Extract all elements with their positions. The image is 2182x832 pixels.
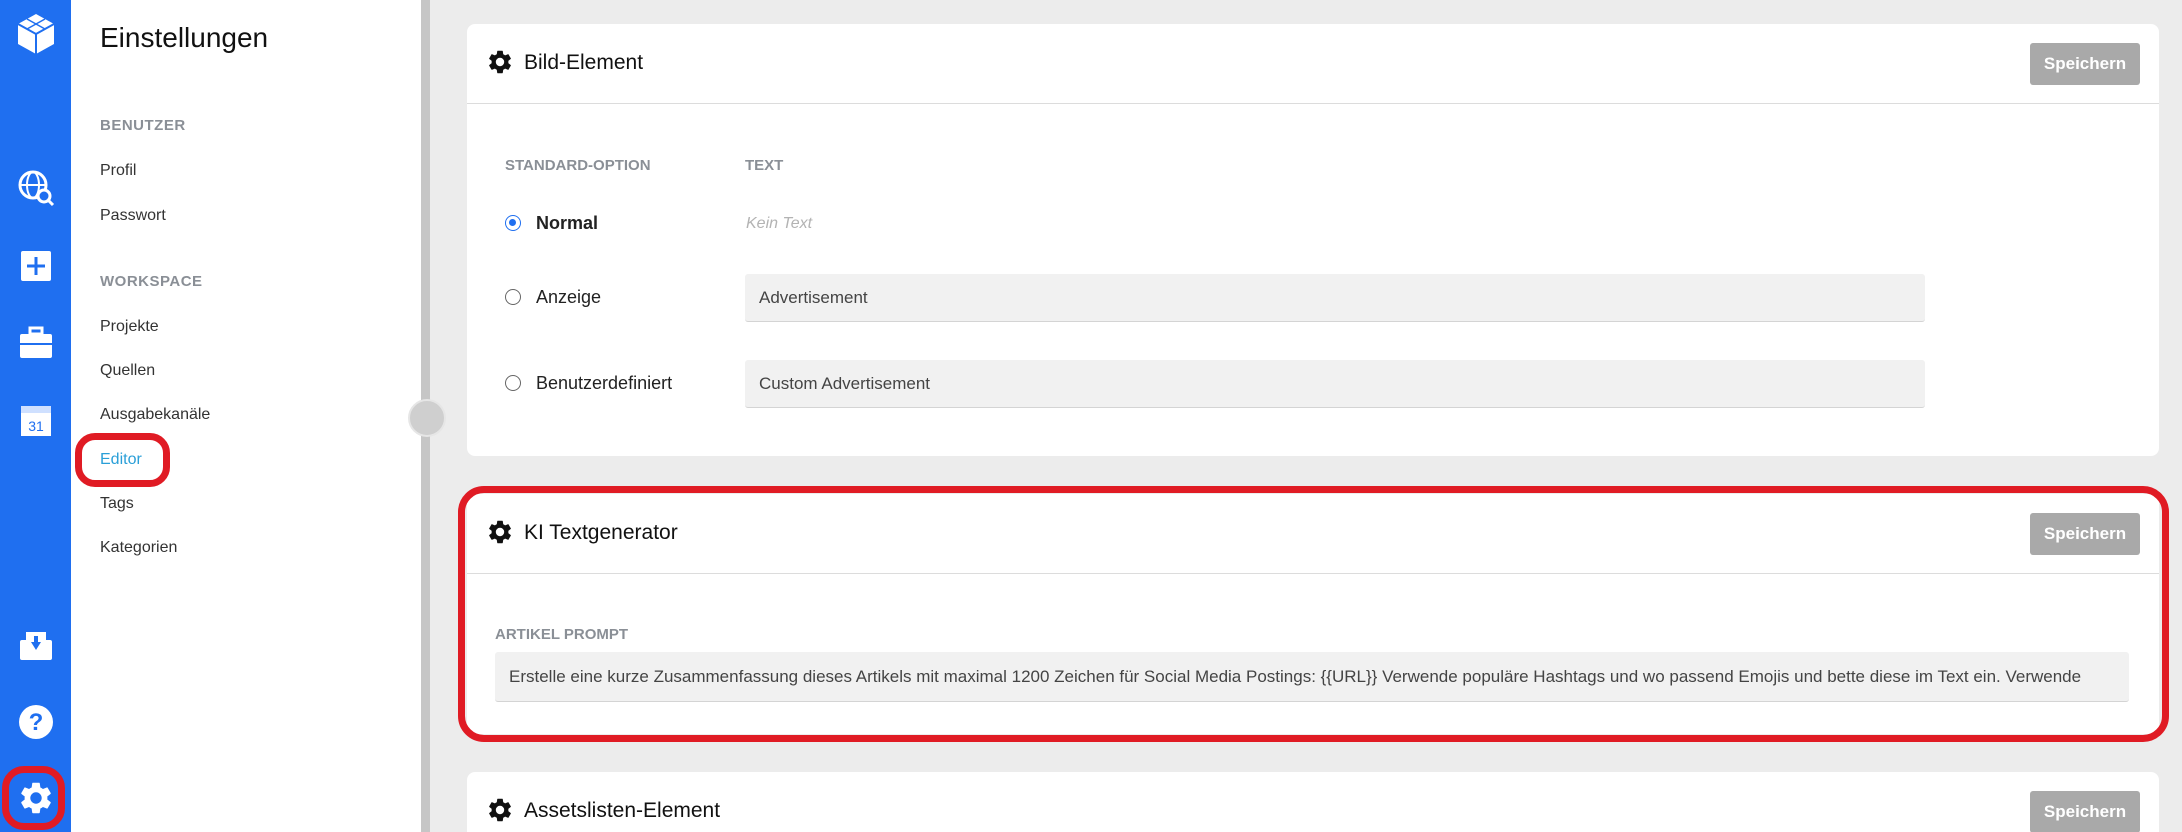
- globe-search-icon[interactable]: [0, 160, 71, 216]
- plus-square-icon[interactable]: [0, 238, 71, 294]
- calendar-day: 31: [28, 418, 44, 434]
- sidebar-item-tags[interactable]: Tags: [100, 495, 134, 513]
- sidebar-item-ausgabekanaele[interactable]: Ausgabekanäle: [100, 406, 210, 424]
- svg-text:?: ?: [28, 709, 43, 736]
- card-header: Bild-Element Speichern: [467, 24, 2159, 104]
- normal-text-placeholder: Kein Text: [746, 215, 813, 232]
- save-button[interactable]: Speichern: [2030, 791, 2140, 832]
- card-bild-element: Bild-Element Speichern STANDARD-OPTION T…: [467, 24, 2159, 456]
- card-assetslisten-element: Assetslisten-Element Speichern: [467, 772, 2159, 832]
- card-title: Bild-Element: [524, 51, 644, 74]
- briefcase-icon[interactable]: [0, 315, 71, 371]
- radio-label-normal[interactable]: Normal: [536, 213, 598, 234]
- radio-benutzerdefiniert[interactable]: [505, 375, 521, 391]
- download-tray-icon[interactable]: [0, 618, 71, 674]
- calendar-icon[interactable]: 31: [0, 392, 71, 448]
- ki-highlight-ring: [458, 486, 2169, 742]
- column-header-option: STANDARD-OPTION: [505, 157, 651, 174]
- sidebar-item-quellen[interactable]: Quellen: [100, 362, 155, 380]
- section-benutzer: BENUTZER: [100, 117, 186, 134]
- sidebar-item-passwort[interactable]: Passwort: [100, 207, 166, 225]
- icon-rail: 31 ?: [0, 0, 71, 832]
- card-title: Assetslisten-Element: [524, 799, 721, 822]
- sidebar-item-kategorien[interactable]: Kategorien: [100, 539, 177, 557]
- benutzerdefiniert-text-input[interactable]: [745, 360, 1925, 408]
- splitter-handle[interactable]: [408, 399, 446, 437]
- help-icon[interactable]: ?: [0, 694, 71, 750]
- gear-icon: [489, 50, 511, 74]
- radio-anzeige[interactable]: [505, 289, 521, 305]
- sidebar-item-projekte[interactable]: Projekte: [100, 318, 159, 336]
- gear-highlight-ring: [2, 766, 65, 830]
- sidebar-title: Einstellungen: [100, 22, 269, 53]
- section-workspace: WORKSPACE: [100, 273, 203, 290]
- settings-sidebar: Einstellungen BENUTZER Profil Passwort W…: [71, 0, 421, 832]
- gear-icon: [489, 798, 511, 822]
- radio-label-anzeige[interactable]: Anzeige: [536, 287, 601, 308]
- radio-normal[interactable]: [505, 215, 521, 231]
- anzeige-text-input[interactable]: [745, 274, 1925, 322]
- column-header-text: TEXT: [745, 157, 784, 174]
- radio-label-benutzerdefiniert[interactable]: Benutzerdefiniert: [536, 373, 672, 394]
- logo-cube-icon[interactable]: [0, 6, 71, 62]
- editor-highlight-ring: [75, 433, 170, 487]
- sidebar-item-profil[interactable]: Profil: [100, 162, 136, 180]
- save-button[interactable]: Speichern: [2030, 43, 2140, 85]
